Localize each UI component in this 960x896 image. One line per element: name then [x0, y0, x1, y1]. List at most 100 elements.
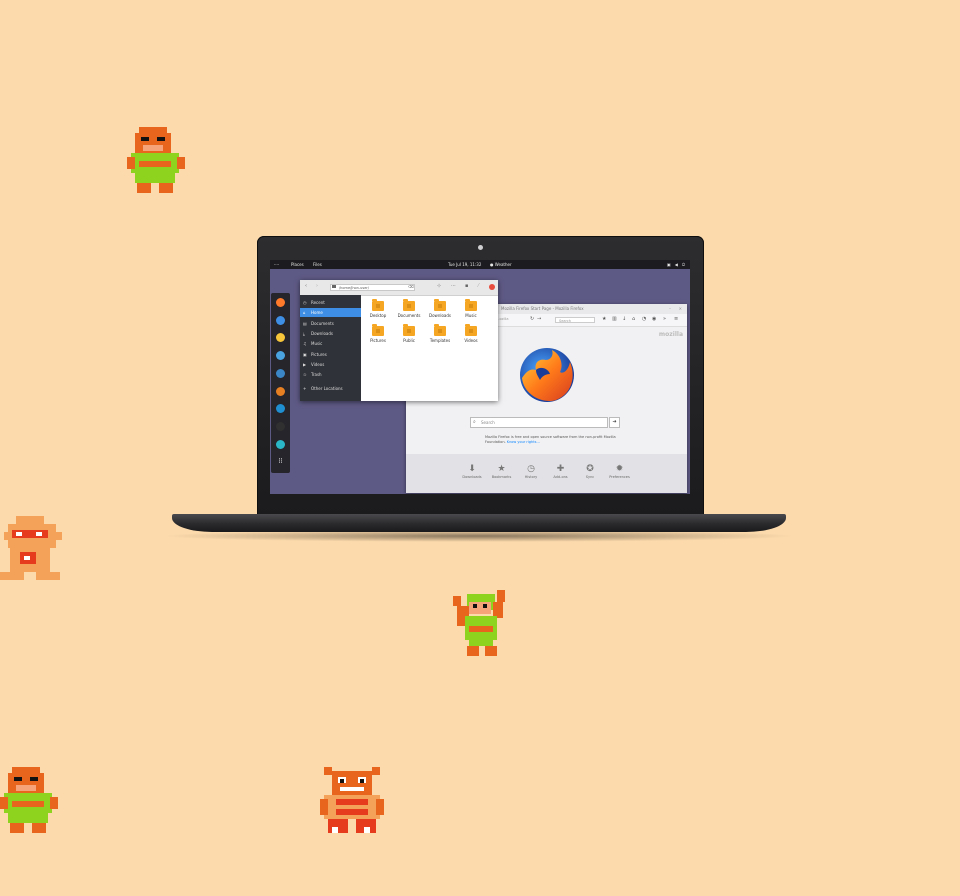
path-bar[interactable]: /home/Jhon-user/: [330, 284, 415, 291]
folder-label: Pictures: [370, 338, 386, 343]
minimize-icon[interactable]: ⁄: [478, 283, 479, 289]
dock-photos-icon[interactable]: [276, 386, 285, 396]
network-icon[interactable]: ▣: [667, 260, 671, 269]
folder-music[interactable]: Music: [459, 299, 483, 318]
search-icon: ⌕: [473, 419, 476, 425]
sidebar-item-videos[interactable]: ▶ Videos: [300, 360, 361, 369]
folder-icon: [434, 324, 446, 336]
sidebar-item-icon: ♲: [303, 372, 307, 377]
sidebar-item-documents[interactable]: ▤ Documents: [300, 319, 361, 328]
sidebar-item-music[interactable]: ♫ Music: [300, 339, 361, 348]
sidebar-item-label: Downloads: [311, 331, 333, 336]
sidebar-item-icon: ♫: [303, 341, 307, 346]
hamburger-menu-icon[interactable]: ≡: [674, 317, 679, 322]
folder-label: Downloads: [429, 313, 451, 318]
folder-icon: [434, 299, 446, 311]
dock-web-icon[interactable]: [276, 404, 285, 414]
folder-public[interactable]: Public: [397, 324, 421, 343]
folder-videos[interactable]: Videos: [459, 324, 483, 343]
launcher-addons[interactable]: ✚ Add-ons: [547, 464, 575, 479]
sidebar-item-home[interactable]: ⌂ Home: [300, 308, 361, 317]
launcher-history[interactable]: ◷ History: [517, 464, 545, 479]
sidebar-item-downloads[interactable]: ⤓ Downloads: [300, 329, 361, 338]
close-button[interactable]: [489, 284, 495, 290]
sidebar-item-label: Documents: [311, 321, 334, 326]
dock-firefox-icon[interactable]: [276, 298, 285, 307]
weather-indicator[interactable]: ● Weather: [490, 260, 512, 269]
folder-label: Documents: [397, 313, 421, 318]
launcher-label: Preferences: [609, 475, 630, 479]
sidebar-item-other-locations[interactable]: + Other Locations: [300, 384, 361, 393]
back-icon[interactable]: ‹: [305, 283, 307, 289]
sidebar-item-recent[interactable]: ◷ Recent: [300, 298, 361, 307]
close-icon[interactable]: ✕: [679, 304, 682, 314]
downloads-icon[interactable]: ↓: [622, 317, 627, 322]
path-folder-icon: [332, 285, 336, 288]
launcher-label: Add-ons: [553, 475, 568, 479]
library-icon[interactable]: ▥: [612, 317, 617, 322]
folder-documents[interactable]: Documents: [397, 299, 421, 318]
forward-icon[interactable]: ›: [316, 283, 318, 289]
dock-files-icon[interactable]: [276, 351, 285, 361]
folder-templates[interactable]: Templates: [428, 324, 452, 343]
clock[interactable]: Tue Jul 19, 11:32: [448, 260, 481, 269]
places-sidebar: ◷ Recent ⌂ Home ▤ Documents ⤓ Downloads ♫ Music ▣ P…: [300, 295, 361, 401]
pocket-icon[interactable]: ◔: [642, 317, 647, 322]
dock-app-grid-icon[interactable]: ⁞⁞: [276, 457, 285, 466]
volume-icon[interactable]: ◀: [675, 260, 678, 269]
sidebar-item-icon: ◷: [303, 300, 307, 305]
folder-label: Videos: [464, 338, 478, 343]
files-headerbar[interactable]: ‹ › /home/Jhon-user/ ⌫ ⊹ ⋯ ▪ ⁄: [300, 280, 498, 296]
power-icon[interactable]: ⏻: [682, 260, 685, 269]
path-clear-icon[interactable]: ⌫: [408, 284, 414, 289]
dock-software-icon[interactable]: [276, 368, 285, 378]
search-submit-button[interactable]: ➜: [609, 417, 620, 428]
laptop-screen: ···· Places Files Tue Jul 19, 11:32 ● We…: [270, 260, 690, 494]
go-icon[interactable]: →: [537, 317, 542, 322]
launcher-label: Bookmarks: [491, 475, 512, 479]
launcher-sync[interactable]: ✪ Sync: [576, 464, 604, 479]
sync-icon[interactable]: ◉: [652, 317, 657, 322]
main-search-input[interactable]: Search: [470, 417, 608, 428]
activities-button[interactable]: ····: [274, 260, 279, 269]
folder-icon: [465, 299, 477, 311]
sidebar-item-pictures[interactable]: ▣ Pictures: [300, 350, 361, 359]
sidebar-item-icon: ⌂: [303, 310, 306, 315]
dock-clock-icon[interactable]: [276, 439, 285, 449]
places-menu[interactable]: Places: [291, 260, 304, 269]
addons-puzzle-icon: ✚: [556, 464, 565, 474]
menu-icon[interactable]: ▪: [465, 283, 468, 289]
know-your-rights-link[interactable]: Know your rights…: [507, 440, 540, 444]
folder-pictures[interactable]: Pictures: [366, 324, 390, 343]
gear-icon: ✹: [615, 464, 624, 474]
launcher-bookmarks[interactable]: ★ Bookmarks: [488, 464, 516, 479]
overflow-icon[interactable]: »: [663, 317, 668, 322]
reload-icon[interactable]: ↻: [530, 317, 535, 322]
folder-desktop[interactable]: Desktop: [366, 299, 390, 318]
launcher-downloads[interactable]: ⬇ Downloads: [458, 464, 486, 479]
folder-icon: [372, 299, 384, 311]
dock-mail-icon[interactable]: [276, 315, 285, 325]
history-clock-icon: ◷: [527, 464, 535, 474]
bookmark-star-icon[interactable]: ★: [602, 317, 607, 322]
folder-icon: [465, 324, 477, 336]
sidebar-item-icon: +: [303, 386, 307, 391]
folder-icon: [403, 299, 415, 311]
firefox-window-title: Mozilla Firefox Start Page - Mozilla Fir…: [501, 306, 584, 311]
folder-downloads[interactable]: Downloads: [428, 299, 452, 318]
folder-icon: [403, 324, 415, 336]
sidebar-item-trash[interactable]: ♲ Trash: [300, 370, 361, 379]
sort-icon[interactable]: ⋯: [451, 283, 456, 289]
toolbar-search-input[interactable]: Search: [555, 317, 595, 323]
dock-terminal-icon[interactable]: [276, 421, 285, 431]
system-tray: ▣ ◀ ⏻: [667, 260, 685, 269]
minimize-icon[interactable]: –: [669, 304, 671, 314]
files-app-menu[interactable]: Files: [313, 260, 322, 269]
mozilla-wordmark: mozilla: [658, 331, 683, 338]
home-icon[interactable]: ⌂: [632, 317, 637, 322]
launcher-preferences[interactable]: ✹ Preferences: [606, 464, 634, 479]
dock-music-icon[interactable]: [276, 333, 285, 343]
laptop-lid: ···· Places Files Tue Jul 19, 11:32 ● We…: [257, 236, 704, 516]
view-toggle-icon[interactable]: ⊹: [437, 283, 441, 289]
mozilla-notice: Mozilla Firefox is free and open source …: [485, 435, 625, 445]
